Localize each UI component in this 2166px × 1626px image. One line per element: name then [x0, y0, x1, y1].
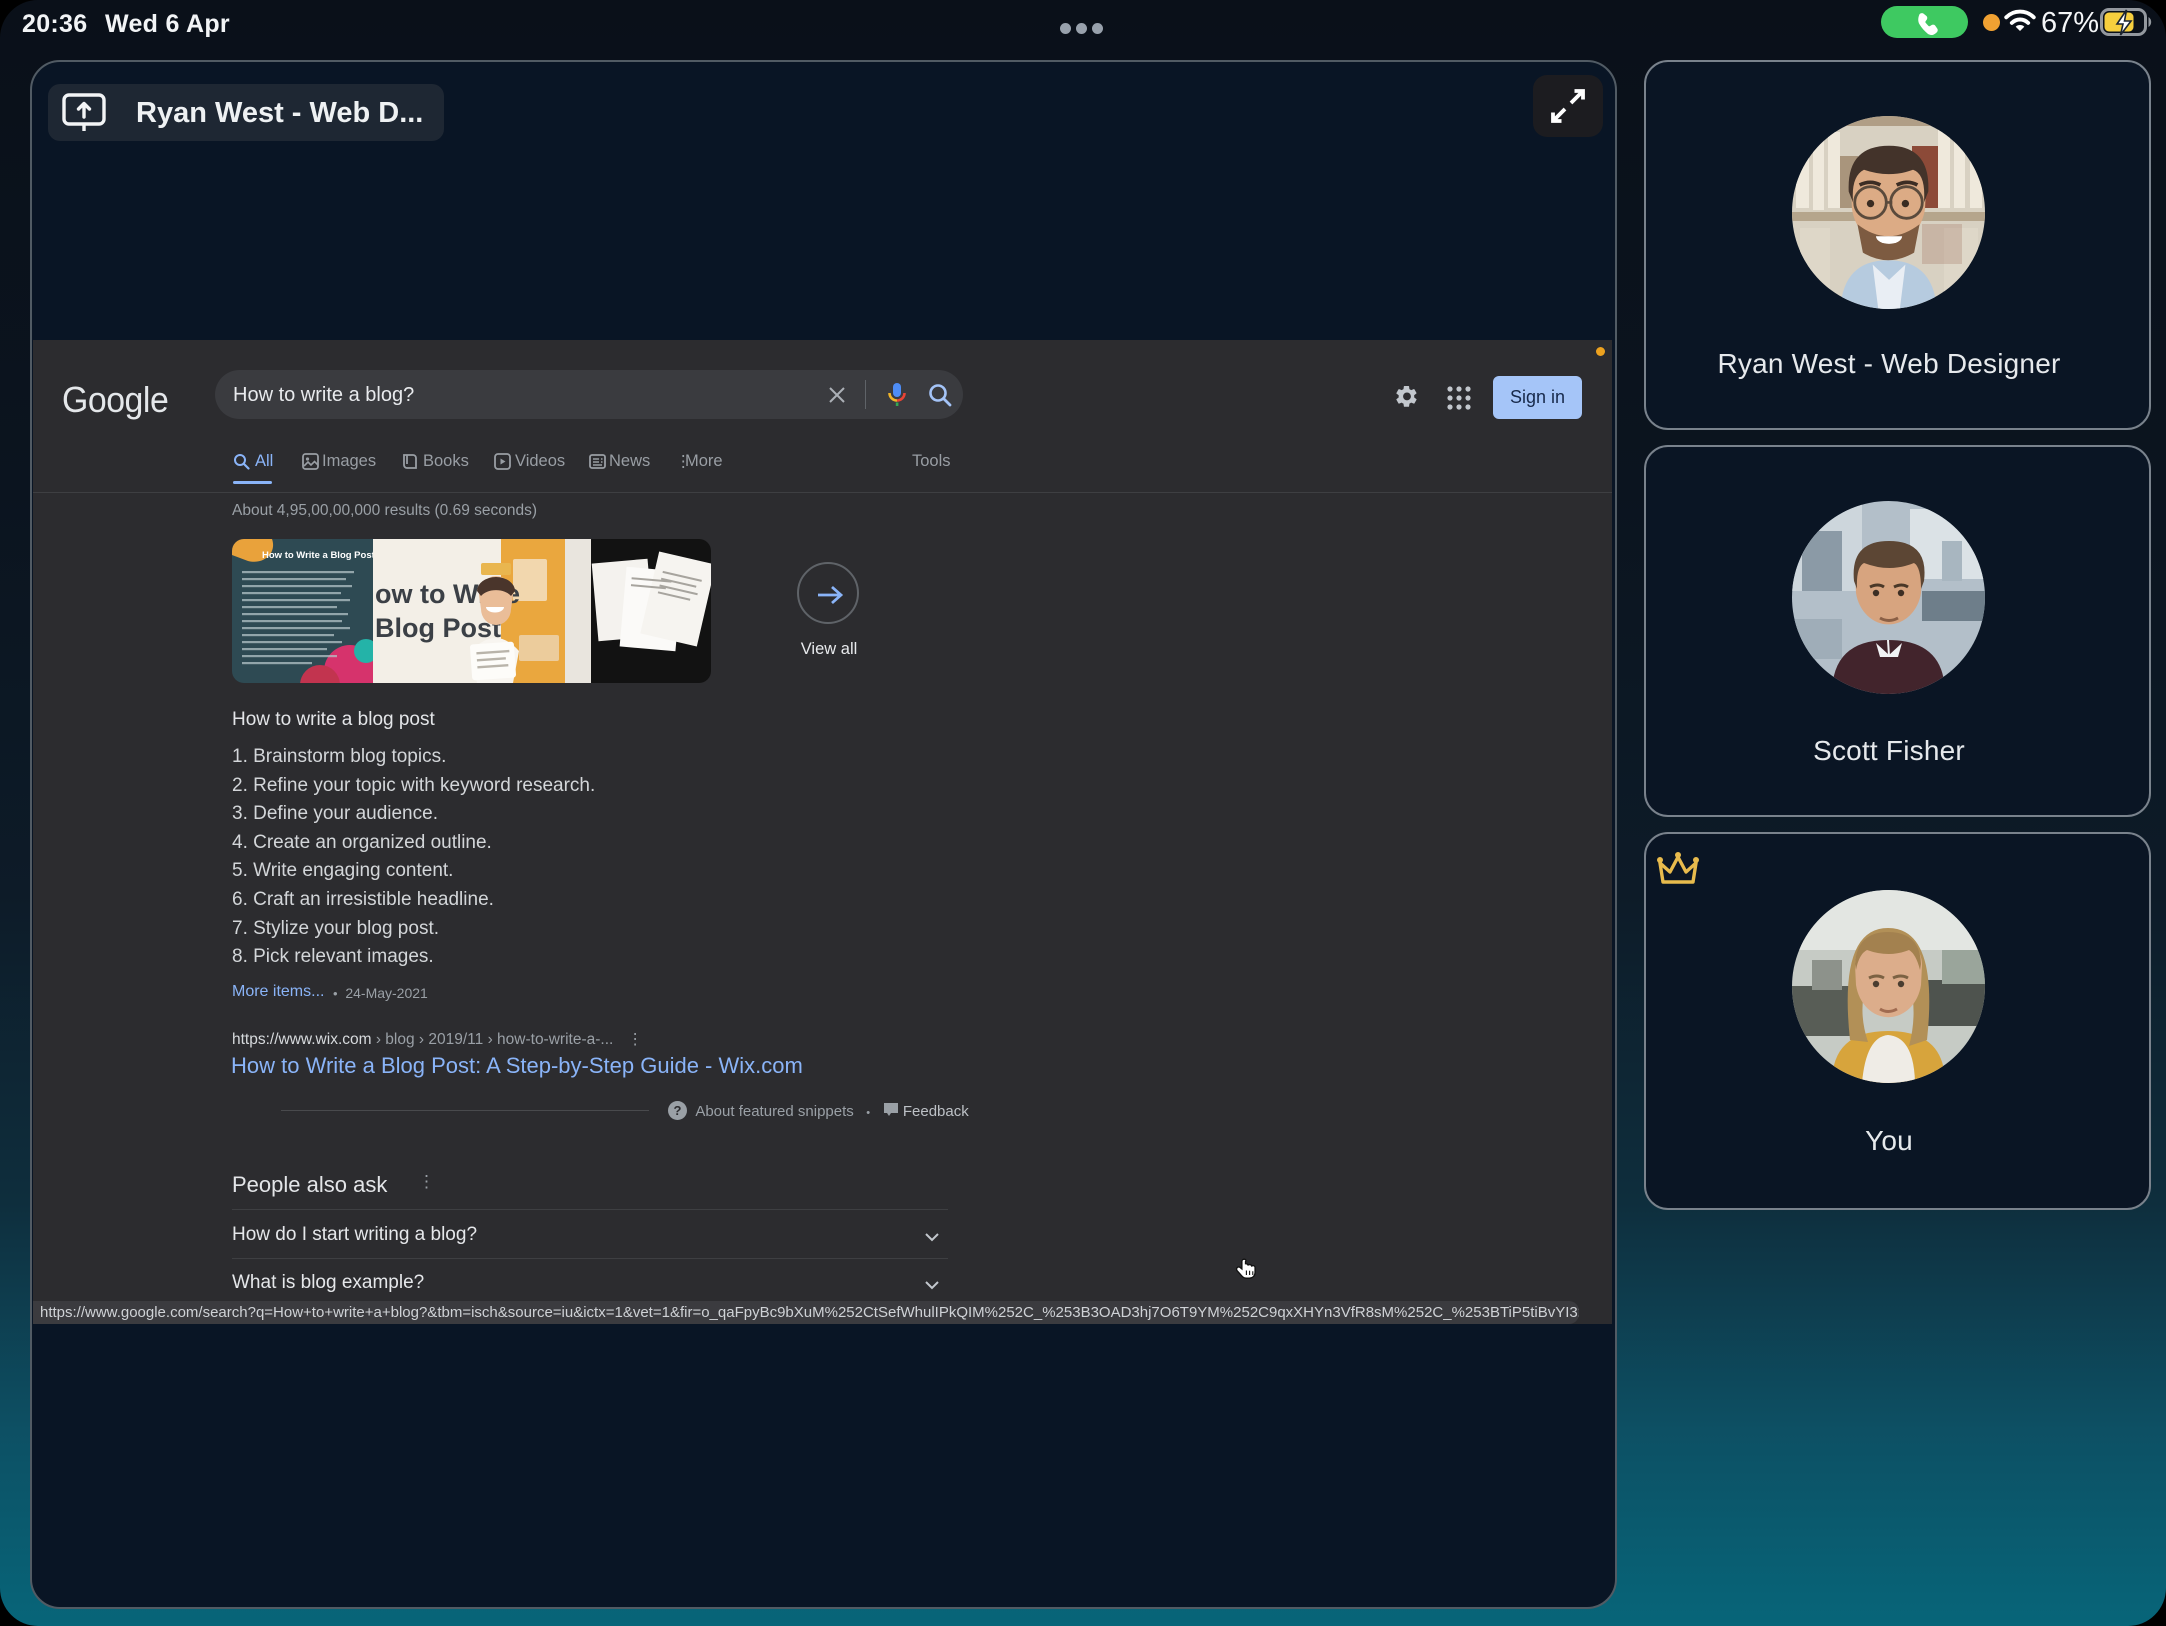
- svg-text:How to Write a Blog Post: How to Write a Blog Post: [262, 550, 373, 561]
- svg-text:Blog Post: Blog Post: [375, 613, 501, 643]
- svg-text:?: ?: [674, 1103, 682, 1118]
